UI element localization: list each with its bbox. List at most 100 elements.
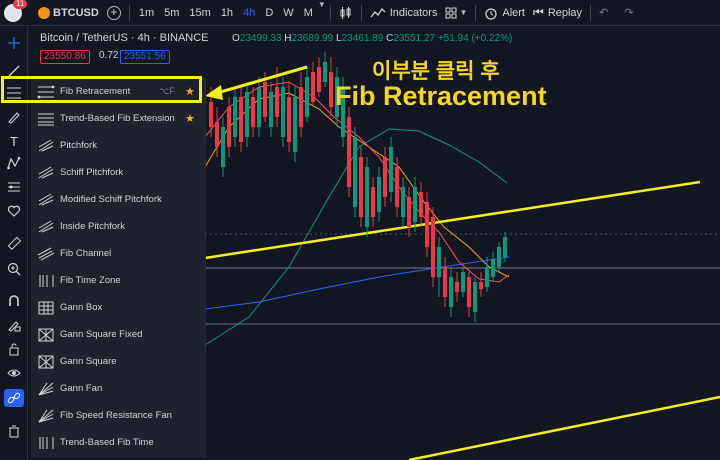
icons-tool[interactable] [4, 202, 24, 220]
stay-in-drawing-mode-tool[interactable] [4, 316, 24, 334]
menu-item-gann-box[interactable]: Gann Box [31, 294, 206, 321]
candle-body [347, 117, 351, 187]
menu-item-inside-pitchfork[interactable]: Inside Pitchfork [31, 213, 206, 240]
menu-item-fib-channel[interactable]: Fib Channel [31, 240, 206, 267]
candle-body [251, 97, 255, 127]
gann-fan-icon [36, 380, 56, 398]
candle-body [461, 272, 465, 292]
chart-type-button[interactable] [335, 0, 357, 26]
favorite-star-icon[interactable]: ★ [185, 112, 195, 125]
alert-button[interactable]: Alert [480, 0, 529, 26]
fib-tools-menu: Fib Retracement ⌥F ★ Trend-Based Fib Extens… [31, 78, 206, 458]
menu-item-schiff-pitchfork[interactable]: Schiff Pitchfork [31, 159, 206, 186]
candle-body [293, 97, 297, 152]
menu-item-label: Fib Channel [60, 248, 112, 259]
compare-symbol-button[interactable]: + [103, 0, 125, 26]
menu-item-label: Fib Speed Resistance Fan [60, 410, 172, 421]
menu-item-trend-based-fib-time[interactable]: Trend-Based Fib Time [31, 429, 206, 456]
crosshair-tool[interactable] [4, 34, 24, 52]
timeframe-15m[interactable]: 15m [184, 0, 215, 26]
candle-body [263, 82, 267, 117]
menu-item-fib-speed-resistance-fan[interactable]: Fib Speed Resistance Fan [31, 402, 206, 429]
menu-item-fib-time-zone[interactable]: Fib Time Zone [31, 267, 206, 294]
tradingview-app: 11 BTCUSD + 1m 5m 15m 1h 4h D W M ▼ Indicators ▼… [0, 0, 720, 460]
patterns-tool[interactable] [4, 154, 24, 172]
candle-body [281, 87, 285, 137]
gann-box-icon [36, 299, 56, 317]
prediction-icon [8, 182, 20, 192]
fib-channel-icon [36, 245, 56, 263]
timeframe-d[interactable]: D [260, 0, 278, 26]
candle-body [311, 72, 315, 102]
top-toolbar: 11 BTCUSD + 1m 5m 15m 1h 4h D W M ▼ Indicators ▼… [0, 0, 720, 26]
lock-drawings-tool[interactable] [4, 340, 24, 358]
price-change: +51.94 (+0.22%) [437, 33, 513, 44]
eye-icon [7, 369, 21, 377]
replay-label: Replay [547, 6, 583, 19]
user-avatar[interactable]: 11 [4, 0, 28, 22]
menu-item-trend-based-fib-extension[interactable]: Trend-Based Fib Extension ★ [31, 105, 206, 132]
timeframe-m[interactable]: M [299, 0, 318, 26]
fib-speed-resistance-fan-icon [36, 407, 56, 425]
candle-body [431, 217, 435, 277]
remove-drawings-tool[interactable] [4, 422, 24, 440]
candles-icon [340, 6, 351, 19]
menu-item-label: Pitchfork [60, 140, 97, 151]
menu-item-gann-square-fixed[interactable]: Gann Square Fixed [31, 321, 206, 348]
menu-item-label: Gann Fan [60, 383, 103, 394]
candle-body [389, 147, 393, 192]
undo-button[interactable]: ↶ [595, 0, 612, 26]
toolbar-divider [128, 4, 130, 21]
alarm-clock-icon [485, 7, 498, 20]
symbol-search-button[interactable]: BTCUSD [34, 0, 103, 26]
timeframe-4h[interactable]: 4h [238, 0, 260, 26]
candle-body [413, 187, 417, 222]
menu-item-label: Fib Time Zone [60, 275, 121, 286]
candle-body [473, 282, 477, 312]
menu-item-label: Trend-Based Fib Time [60, 437, 154, 448]
menu-item-label: Gann Box [60, 302, 103, 313]
menu-item-gann-square[interactable]: Gann Square [31, 348, 206, 375]
layout-templates-button[interactable]: ▼ [441, 0, 471, 26]
buy-price-button[interactable]: 23551.56 [120, 50, 170, 64]
candle-body [287, 97, 291, 142]
replay-button[interactable]: ⏮ Replay [529, 0, 586, 26]
timeframe-1m[interactable]: 1m [134, 0, 159, 26]
prediction-tool[interactable] [4, 178, 24, 196]
zoom-tool[interactable] [4, 260, 24, 278]
notification-badge: 11 [13, 0, 28, 9]
timeframe-w[interactable]: W [278, 0, 298, 26]
menu-item-pitchfork[interactable]: Pitchfork [31, 132, 206, 159]
indicators-icon [370, 7, 386, 17]
toolbar-divider [329, 4, 331, 21]
timeframe-5m[interactable]: 5m [159, 0, 184, 26]
candle-body [491, 259, 495, 277]
link-tool[interactable] [4, 389, 24, 407]
gann-square-icon [36, 353, 56, 371]
menu-item-modified-schiff-pitchfork[interactable]: Modified Schiff Pitchfork [31, 186, 206, 213]
indicators-button[interactable]: Indicators [366, 0, 442, 26]
menu-item-gann-fan[interactable]: Gann Fan [31, 375, 206, 402]
hide-drawings-tool[interactable] [4, 364, 24, 382]
indicators-label: Indicators [389, 6, 438, 19]
inside-pitchfork-icon [36, 218, 56, 236]
measure-tool[interactable] [4, 234, 24, 252]
candle-body [269, 92, 273, 127]
timeframe-1h[interactable]: 1h [216, 0, 238, 26]
pencil-lock-icon [8, 321, 21, 332]
pitchfork-icon [36, 137, 56, 155]
brush-tool[interactable] [4, 108, 24, 126]
chevron-down-icon[interactable]: ▼ [318, 0, 326, 26]
candle-body [443, 267, 447, 297]
sell-price-button[interactable]: 23550.86 [40, 50, 90, 64]
candle-body [353, 137, 357, 207]
candle-body [479, 282, 483, 289]
candle-body [233, 97, 237, 137]
pattern-icon [7, 156, 21, 170]
ruler-icon [7, 236, 21, 250]
candle-body [395, 167, 399, 207]
magnet-tool[interactable] [4, 292, 24, 310]
redo-button[interactable]: ↷ [620, 0, 637, 26]
text-icon: T [10, 133, 18, 149]
text-tool[interactable]: T [4, 132, 24, 150]
